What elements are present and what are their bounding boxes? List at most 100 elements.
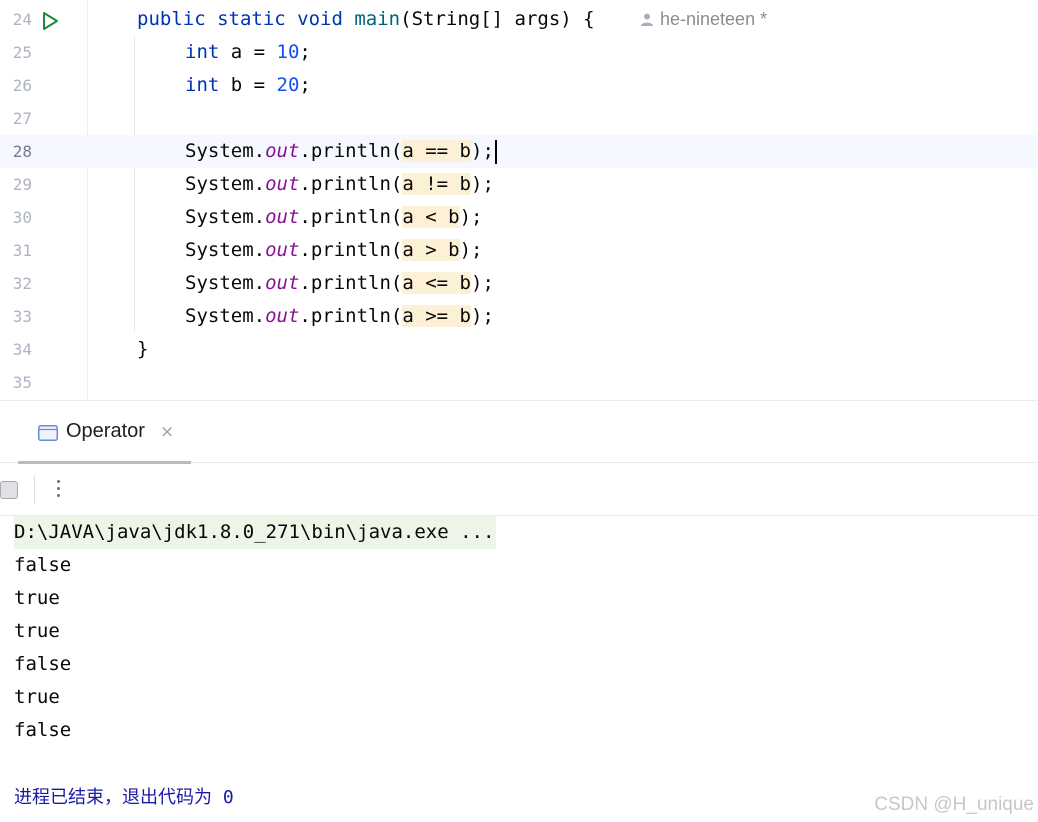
code-editor[interactable]: 24 public static void main(String[] args…: [0, 0, 1038, 400]
author-name: he-nineteen *: [660, 9, 768, 29]
output-line: true: [14, 587, 60, 609]
code-line[interactable]: 27: [0, 102, 1038, 135]
code-token: System.: [185, 206, 266, 228]
code-text[interactable]: System.out.println(a != b);: [185, 168, 494, 201]
code-text[interactable]: System.out.println(a <= b);: [185, 267, 494, 300]
code-line[interactable]: 30 System.out.println(a < b);: [0, 201, 1038, 234]
more-options-icon[interactable]: [50, 477, 66, 503]
code-line[interactable]: 32 System.out.println(a <= b);: [0, 267, 1038, 300]
person-icon: [641, 13, 653, 26]
output-line: true: [14, 620, 60, 642]
code-text[interactable]: System.out.println(a > b);: [185, 234, 482, 267]
code-text[interactable]: int a = 10;: [185, 36, 311, 69]
watermark: CSDN @H_unique: [874, 794, 1034, 815]
code-line[interactable]: 31 System.out.println(a > b);: [0, 234, 1038, 267]
keyword-token: void: [297, 8, 355, 30]
run-tab-bar: Operator ×: [0, 401, 1038, 464]
run-tool-window: Operator × D:\JAVA\java\jdk1.8.0_271\bin…: [0, 400, 1038, 822]
field-token: out: [265, 239, 300, 261]
line-number: 25: [12, 43, 32, 62]
code-line-current[interactable]: 28 System.out.println(a == b);: [0, 135, 1038, 168]
output-line: false: [14, 653, 72, 675]
code-token: System.: [185, 272, 266, 294]
run-config-icon: [38, 425, 58, 441]
code-token: .println(: [299, 272, 403, 294]
run-toolbar: [0, 463, 1038, 516]
code-token: .println(: [299, 140, 403, 162]
keyword-token: int: [185, 74, 231, 96]
code-token: (String[] args) {: [400, 8, 595, 30]
line-number: 26: [12, 76, 32, 95]
code-line[interactable]: 25 int a = 10;: [0, 36, 1038, 69]
code-line[interactable]: 34 }: [0, 333, 1038, 366]
code-text[interactable]: System.out.println(a == b);: [185, 135, 497, 168]
author-hint[interactable]: he-nineteen *: [640, 3, 767, 36]
keyword-token: public: [137, 8, 218, 30]
code-token: .println(: [299, 206, 403, 228]
method-token: main: [354, 8, 401, 30]
text-caret: [494, 139, 497, 164]
highlighted-expression: a >= b: [402, 305, 471, 327]
code-token: System.: [185, 305, 266, 327]
command-line: D:\JAVA\java\jdk1.8.0_271\bin\java.exe .…: [14, 516, 497, 549]
code-line[interactable]: 29 System.out.println(a != b);: [0, 168, 1038, 201]
code-token: ;: [299, 74, 311, 96]
line-number: 31: [12, 241, 32, 260]
code-line[interactable]: 33 System.out.println(a >= b);: [0, 300, 1038, 333]
highlighted-expression: a <= b: [402, 272, 471, 294]
toolbar-separator: [34, 475, 35, 504]
code-token: );: [471, 305, 494, 327]
output-line: true: [14, 686, 60, 708]
code-text[interactable]: System.out.println(a >= b);: [185, 300, 494, 333]
line-number: 29: [12, 175, 32, 194]
stop-button[interactable]: [0, 481, 18, 499]
code-token: ;: [299, 41, 311, 63]
code-text[interactable]: int b = 20;: [185, 69, 311, 102]
run-gutter-icon[interactable]: [40, 11, 60, 31]
highlighted-expression: a != b: [402, 173, 471, 195]
code-token: .println(: [299, 239, 403, 261]
code-text[interactable]: }: [137, 333, 148, 366]
line-number: 30: [12, 208, 32, 227]
number-token: 20: [276, 74, 300, 96]
line-number: 28: [12, 142, 32, 161]
tab-label: Operator: [66, 420, 145, 442]
field-token: out: [265, 272, 300, 294]
code-token: );: [459, 206, 483, 228]
keyword-token: int: [185, 41, 231, 63]
keyword-token: static: [217, 8, 298, 30]
code-line[interactable]: 26 int b = 20;: [0, 69, 1038, 102]
code-token: System.: [185, 239, 266, 261]
line-number: 24: [12, 10, 32, 29]
field-token: out: [265, 173, 300, 195]
code-token: );: [471, 140, 494, 162]
code-line[interactable]: 24 public static void main(String[] args…: [0, 3, 1038, 36]
line-number: 35: [12, 373, 32, 392]
code-token: );: [471, 173, 494, 195]
output-line: false: [14, 719, 72, 741]
code-text[interactable]: System.out.println(a < b);: [185, 201, 482, 234]
tab-operator[interactable]: Operator ×: [18, 401, 191, 464]
highlighted-expression: a == b: [402, 140, 471, 162]
line-number: 33: [12, 307, 32, 326]
code-token: );: [459, 239, 483, 261]
code-token: }: [137, 338, 149, 360]
code-token: b =: [230, 74, 277, 96]
field-token: out: [265, 140, 300, 162]
line-number: 34: [12, 340, 32, 359]
code-line[interactable]: 35: [0, 366, 1038, 399]
code-token: a =: [230, 41, 277, 63]
field-token: out: [265, 206, 300, 228]
code-text[interactable]: public static void main(String[] args) {: [137, 3, 595, 36]
field-token: out: [265, 305, 300, 327]
console-output[interactable]: D:\JAVA\java\jdk1.8.0_271\bin\java.exe .…: [0, 516, 1038, 822]
highlighted-expression: a < b: [402, 206, 460, 228]
code-token: );: [471, 272, 494, 294]
code-token: System.: [185, 173, 266, 195]
code-token: .println(: [299, 173, 403, 195]
number-token: 10: [276, 41, 300, 63]
code-token: .println(: [299, 305, 403, 327]
close-icon[interactable]: ×: [160, 422, 174, 442]
exit-message: 进程已结束，退出代码为 0: [14, 787, 234, 808]
code-token: System.: [185, 140, 266, 162]
